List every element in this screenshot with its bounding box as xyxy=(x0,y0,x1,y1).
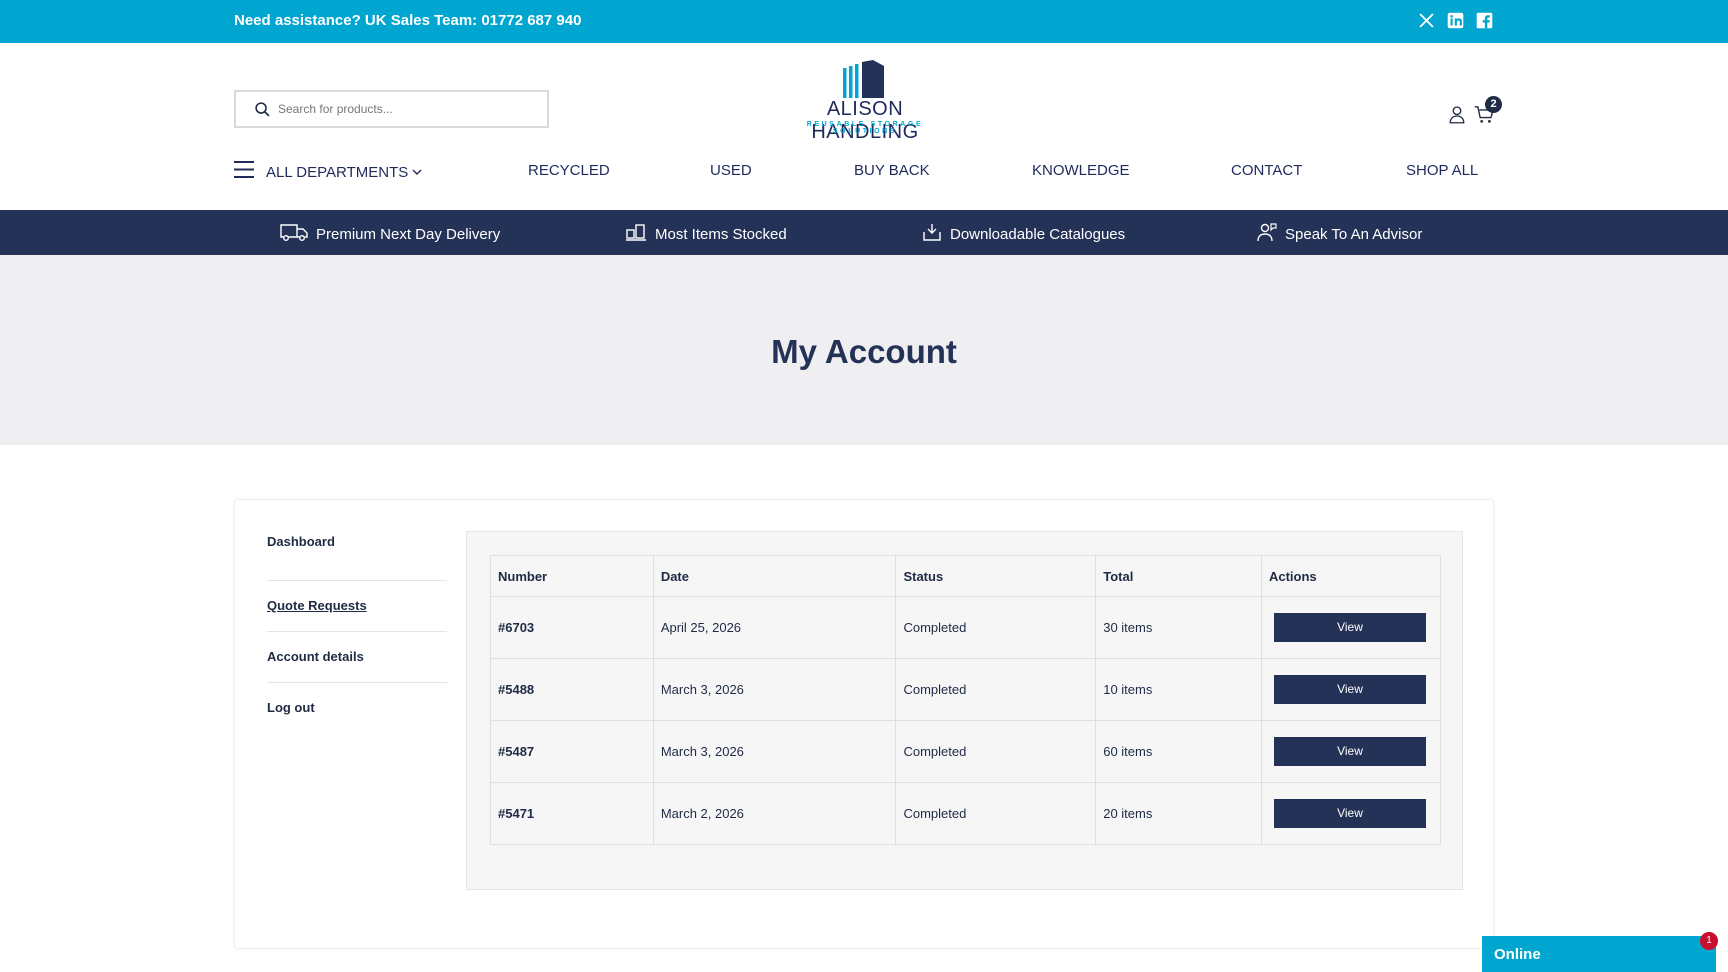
quote-date: March 3, 2026 xyxy=(652,720,897,783)
usp-delivery[interactable]: Premium Next Day Delivery xyxy=(280,222,500,246)
account-icon[interactable] xyxy=(1448,105,1466,129)
quote-number[interactable]: #5488 xyxy=(490,658,654,721)
social-links xyxy=(1417,11,1494,30)
search-icon xyxy=(254,101,271,123)
account-nav-account-details[interactable]: Account details xyxy=(267,632,447,683)
quote-requests-table: Number Date Status Total Actions #6703 A… xyxy=(490,555,1442,845)
quote-status: Completed xyxy=(895,720,1097,783)
quote-status: Completed xyxy=(895,658,1097,721)
assistance-text: Need assistance? UK Sales Team: 01772 68… xyxy=(234,12,582,29)
account-nav-dashboard[interactable]: Dashboard xyxy=(267,530,447,581)
quote-number[interactable]: #5487 xyxy=(490,720,654,783)
account-nav-log-out[interactable]: Log out xyxy=(267,683,447,734)
all-departments-menu[interactable]: ALL DEPARTMENTS xyxy=(234,161,422,183)
quote-total: 30 items xyxy=(1095,596,1262,659)
main-nav: ALL DEPARTMENTS RECYCLED USED BUY BACK K… xyxy=(0,155,1728,187)
usp-advisor[interactable]: Speak To An Advisor xyxy=(1257,222,1422,246)
nav-item-contact[interactable]: CONTACT xyxy=(1231,162,1302,179)
column-header-number: Number xyxy=(490,555,654,597)
view-button[interactable]: View xyxy=(1273,799,1426,828)
usp-catalogues-label: Downloadable Catalogues xyxy=(950,225,1126,243)
usp-stock-label: Most Items Stocked xyxy=(655,225,787,243)
quote-actions: View xyxy=(1260,720,1442,783)
search-input[interactable] xyxy=(278,98,538,120)
page-title: My Account xyxy=(771,333,957,370)
quote-status: Completed xyxy=(895,596,1097,659)
download-icon xyxy=(922,222,942,246)
account-nav-quote-requests[interactable]: Quote Requests xyxy=(267,581,447,632)
page-hero: My Account xyxy=(0,255,1728,445)
quote-date: March 2, 2026 xyxy=(652,782,897,845)
view-button[interactable]: View xyxy=(1273,613,1426,642)
pallet-icon xyxy=(625,222,647,246)
column-header-actions: Actions xyxy=(1260,555,1442,597)
table-header-row: Number Date Status Total Actions xyxy=(490,555,1442,597)
quote-actions: View xyxy=(1260,658,1442,721)
usp-bar: Premium Next Day Delivery Most Items Sto… xyxy=(0,210,1728,255)
nav-item-recycled[interactable]: RECYCLED xyxy=(528,162,610,179)
nav-item-shop-all[interactable]: SHOP ALL xyxy=(1406,162,1478,179)
table-row: #6703 April 25, 2026 Completed 30 items … xyxy=(490,596,1442,659)
quote-number[interactable]: #6703 xyxy=(490,596,654,659)
quote-total: 60 items xyxy=(1095,720,1262,783)
chat-widget[interactable]: Online xyxy=(1482,936,1716,972)
nav-item-knowledge[interactable]: KNOWLEDGE xyxy=(1032,162,1130,179)
logo-tagline: REUSABLE STORAGE SOLUTIONS xyxy=(806,121,924,135)
nav-item-buy-back[interactable]: BUY BACK xyxy=(854,162,930,179)
usp-advisor-label: Speak To An Advisor xyxy=(1285,225,1423,243)
cart-count-badge: 2 xyxy=(1485,96,1502,113)
facebook-icon[interactable] xyxy=(1475,11,1494,30)
hamburger-icon xyxy=(234,161,254,183)
site-logo[interactable]: ALISON HANDLING REUSABLE STORAGE SOLUTIO… xyxy=(773,60,957,143)
quote-number[interactable]: #5471 xyxy=(490,782,654,845)
logo-mark xyxy=(843,60,884,98)
quote-date: April 25, 2026 xyxy=(652,596,897,659)
usp-delivery-label: Premium Next Day Delivery xyxy=(316,225,501,243)
top-bar: Need assistance? UK Sales Team: 01772 68… xyxy=(0,0,1728,43)
table-row: #5487 March 3, 2026 Completed 60 items V… xyxy=(490,720,1442,783)
chevron-down-icon xyxy=(412,163,422,181)
chat-notification-badge: 1 xyxy=(1700,932,1718,950)
quote-requests-panel: Number Date Status Total Actions #6703 A… xyxy=(466,531,1463,890)
table-row: #5488 March 3, 2026 Completed 10 items V… xyxy=(490,658,1442,721)
account-navigation: Dashboard Quote Requests Account details… xyxy=(267,530,447,734)
column-header-total: Total xyxy=(1095,555,1262,597)
x-icon[interactable] xyxy=(1417,11,1436,30)
usp-stock[interactable]: Most Items Stocked xyxy=(625,222,787,246)
quote-actions: View xyxy=(1260,782,1442,845)
linkedin-icon[interactable] xyxy=(1446,11,1465,30)
search-box xyxy=(234,90,549,128)
advisor-icon xyxy=(1257,222,1277,246)
column-header-status: Status xyxy=(895,555,1097,597)
quote-status: Completed xyxy=(895,782,1097,845)
table-row: #5471 March 2, 2026 Completed 20 items V… xyxy=(490,782,1442,845)
usp-catalogues[interactable]: Downloadable Catalogues xyxy=(922,222,1125,246)
quote-total: 10 items xyxy=(1095,658,1262,721)
truck-icon xyxy=(280,222,308,246)
account-container: Dashboard Quote Requests Account details… xyxy=(234,499,1494,949)
view-button[interactable]: View xyxy=(1273,675,1426,704)
quote-date: March 3, 2026 xyxy=(652,658,897,721)
quote-total: 20 items xyxy=(1095,782,1262,845)
view-button[interactable]: View xyxy=(1273,737,1426,766)
nav-item-used[interactable]: USED xyxy=(710,162,752,179)
column-header-date: Date xyxy=(652,555,897,597)
quote-actions: View xyxy=(1260,596,1442,659)
all-departments-label: ALL DEPARTMENTS xyxy=(266,163,409,181)
